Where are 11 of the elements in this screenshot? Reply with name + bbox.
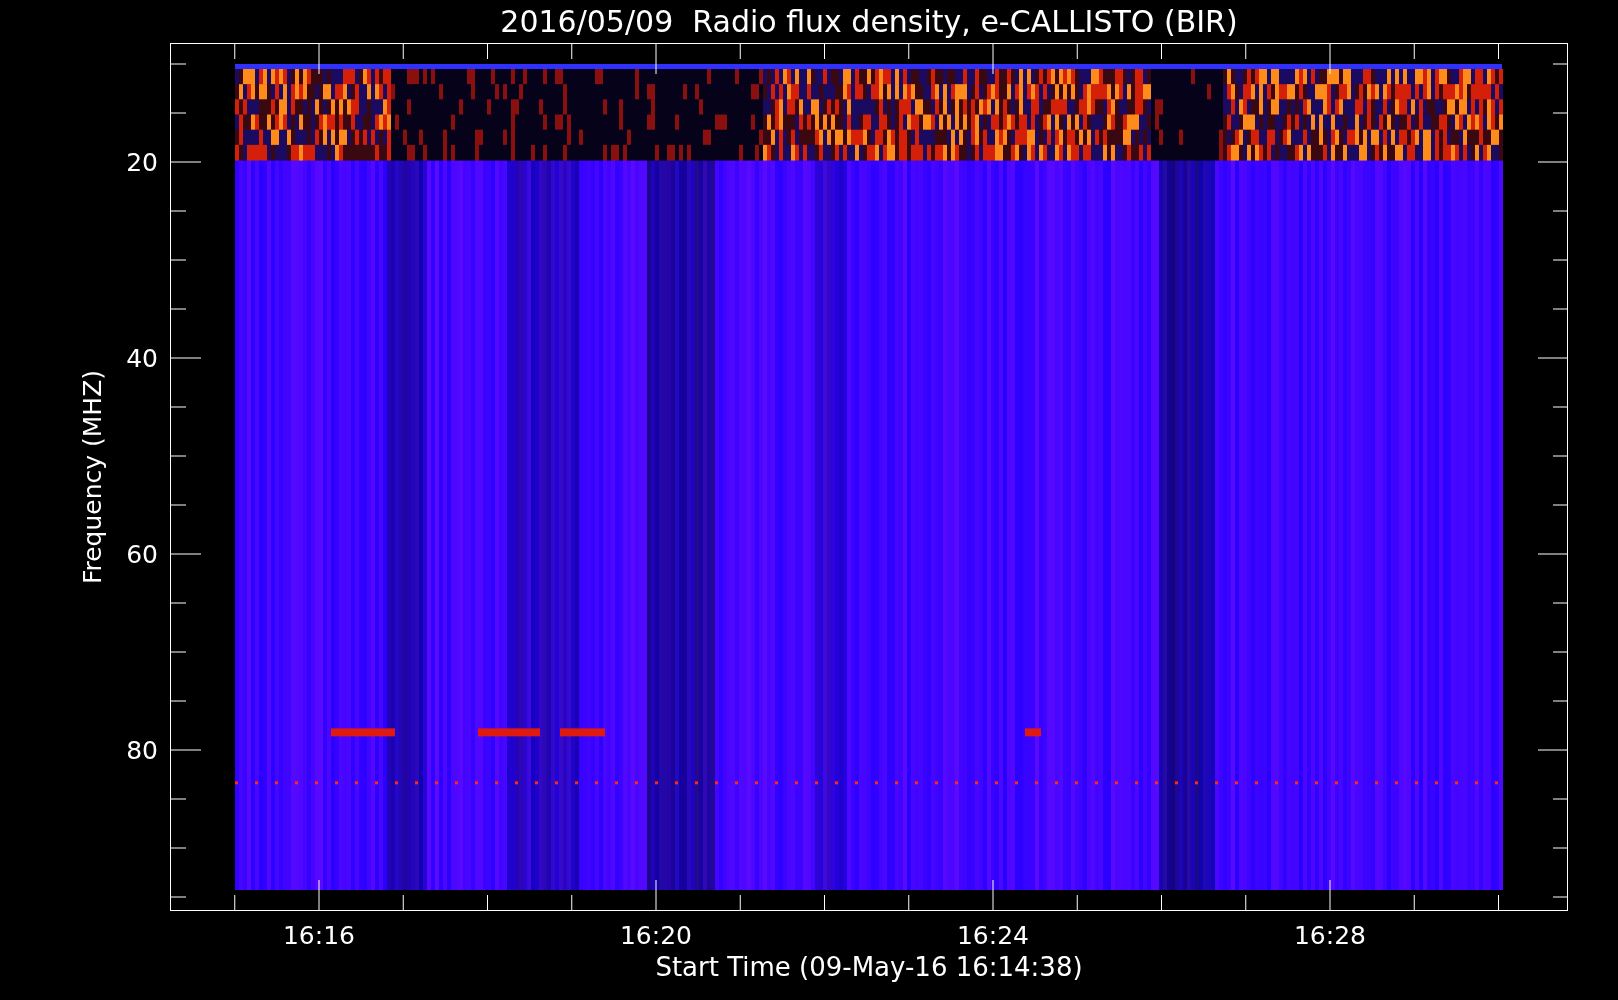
chart-title: 2016/05/09 Radio flux density, e-CALLISTO (BIR) [500,4,1238,39]
x-tick-label: 16:20 [620,921,692,950]
x-tick-label: 16:16 [283,921,355,950]
y-axis-label: Frequency (MHZ) [78,369,107,585]
x-tick-label: 16:24 [957,921,1029,950]
y-tick-label: 80 [126,736,158,765]
y-tick-label: 60 [126,540,158,569]
x-tick-label: 16:28 [1294,921,1366,950]
x-axis-label: Start Time (09-May-16 16:14:38) [655,952,1083,982]
y-tick-label: 40 [126,344,158,373]
y-tick-label: 20 [126,148,158,177]
